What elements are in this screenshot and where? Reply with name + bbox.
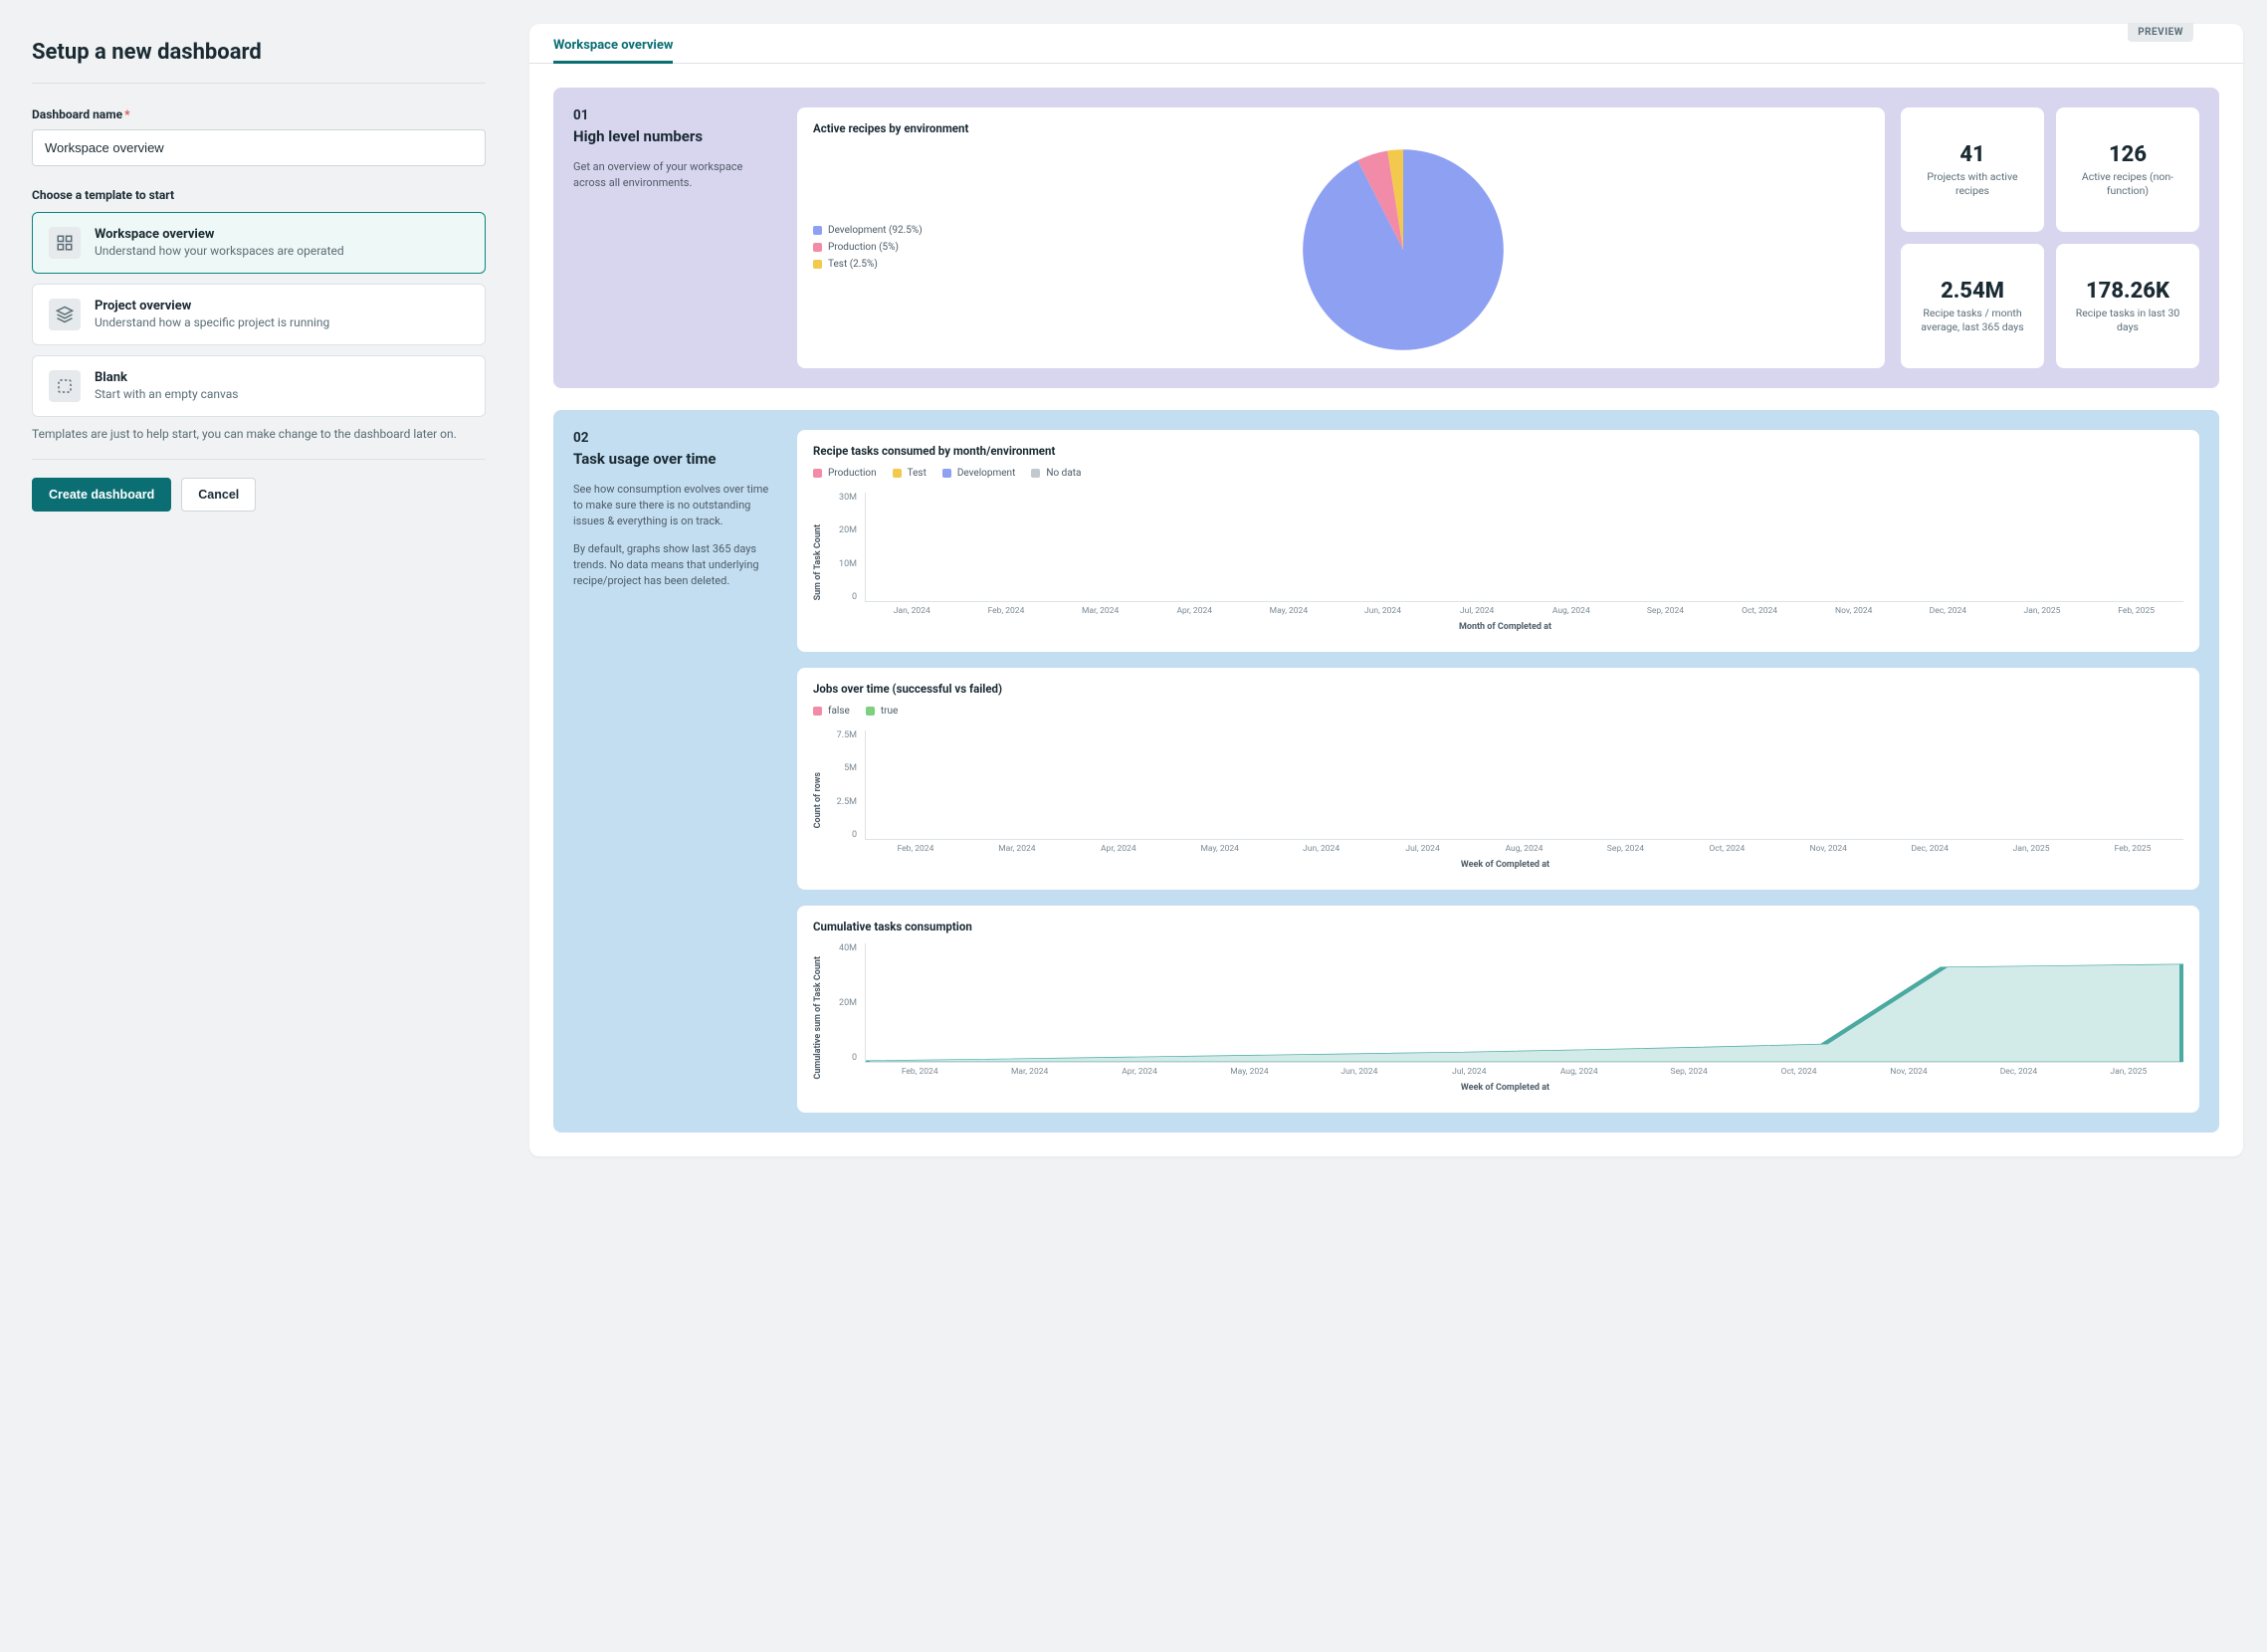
bar-chart-tasks-by-month: Recipe tasks consumed by month/environme…: [797, 430, 2199, 652]
template-project-overview[interactable]: Project overview Understand how a specif…: [32, 284, 486, 345]
template-workspace-overview[interactable]: Workspace overview Understand how your w…: [32, 212, 486, 274]
section-task-usage: 02 Task usage over time See how consumpt…: [553, 410, 2219, 1133]
chart-title: Jobs over time (successful vs failed): [813, 682, 2183, 696]
stat-tasks-month-avg: 2.54M Recipe tasks / month average, last…: [1901, 244, 2044, 368]
template-title: Blank: [95, 370, 239, 385]
bar-chart-jobs-over-time: Jobs over time (successful vs failed) fa…: [797, 668, 2199, 890]
template-desc: Understand how a specific project is run…: [95, 315, 329, 329]
cancel-button[interactable]: Cancel: [181, 478, 256, 512]
x-axis-label: Week of Completed at: [827, 1083, 2183, 1093]
dashboard-name-label: Dashboard name*: [32, 107, 486, 121]
section-number: 02: [573, 430, 777, 446]
blank-canvas-icon: [49, 370, 81, 402]
section-high-level-numbers: 01 High level numbers Get an overview of…: [553, 88, 2219, 388]
section-number: 01: [573, 107, 777, 123]
x-axis: Feb, 2024Mar, 2024Apr, 2024May, 2024Jun,…: [865, 1067, 2183, 1077]
legend-item: Production: [813, 468, 877, 479]
template-section-title: Choose a template to start: [32, 188, 486, 202]
legend-item: Test: [893, 468, 927, 479]
y-axis: 30M20M10M0: [827, 493, 857, 602]
legend-item: No data: [1031, 468, 1081, 479]
template-desc: Start with an empty canvas: [95, 387, 239, 401]
chart-plot: [865, 730, 2183, 840]
create-dashboard-button[interactable]: Create dashboard: [32, 478, 171, 512]
legend-item: Production (5%): [813, 242, 923, 253]
chart-plot: [865, 943, 2183, 1063]
chart-plot: [865, 493, 2183, 602]
section-desc: See how consumption evolves over time to…: [573, 482, 777, 529]
x-axis: Jan, 2024Feb, 2024Mar, 2024Apr, 2024May,…: [865, 606, 2183, 616]
layers-icon: [49, 299, 81, 330]
y-axis-label: Count of rows: [813, 772, 823, 828]
legend-item: true: [866, 706, 898, 717]
chart-title: Active recipes by environment: [813, 121, 1869, 135]
legend-item: Development (92.5%): [813, 225, 923, 236]
pie-chart-card: Active recipes by environment Developmen…: [797, 107, 1885, 368]
x-axis: Feb, 2024Mar, 2024Apr, 2024May, 2024Jun,…: [865, 844, 2183, 854]
template-title: Workspace overview: [95, 227, 344, 242]
template-helper-text: Templates are just to help start, you ca…: [32, 427, 486, 460]
section-desc: Get an overview of your workspace across…: [573, 159, 777, 191]
dashboard-name-input[interactable]: [32, 129, 486, 166]
setup-panel: Setup a new dashboard Dashboard name* Ch…: [0, 0, 517, 1652]
template-title: Project overview: [95, 299, 329, 313]
stat-projects-active: 41 Projects with active recipes: [1901, 107, 2044, 232]
area-chart-cumulative: Cumulative tasks consumption Cumulative …: [797, 906, 2199, 1113]
section-title: High level numbers: [573, 127, 777, 145]
tab-workspace-overview[interactable]: Workspace overview: [553, 38, 673, 64]
y-axis-label: Cumulative sum of Task Count: [813, 956, 823, 1080]
x-axis-label: Week of Completed at: [827, 860, 2183, 870]
chart-title: Cumulative tasks consumption: [813, 920, 2183, 933]
grid-icon: [49, 227, 81, 259]
legend-item: Development: [942, 468, 1016, 479]
page-title: Setup a new dashboard: [32, 40, 486, 84]
template-desc: Understand how your workspaces are opera…: [95, 244, 344, 258]
y-axis-label: Sum of Task Count: [813, 524, 823, 600]
y-axis: 40M20M0: [827, 943, 857, 1063]
template-blank[interactable]: Blank Start with an empty canvas: [32, 355, 486, 417]
x-axis-label: Month of Completed at: [827, 622, 2183, 632]
stat-active-recipes: 126 Active recipes (non-function): [2056, 107, 2199, 232]
y-axis: 7.5M5M2.5M0: [827, 730, 857, 840]
preview-tag: PREVIEW: [2128, 23, 2193, 42]
preview-panel: PREVIEW Workspace overview 01 High level…: [517, 0, 2267, 1652]
legend-item: Test (2.5%): [813, 259, 923, 270]
pie-chart: [936, 145, 1869, 354]
chart-title: Recipe tasks consumed by month/environme…: [813, 444, 2183, 458]
stat-tasks-30-days: 178.26K Recipe tasks in last 30 days: [2056, 244, 2199, 368]
section-desc: By default, graphs show last 365 days tr…: [573, 541, 777, 589]
section-title: Task usage over time: [573, 450, 777, 468]
legend-item: false: [813, 706, 850, 717]
